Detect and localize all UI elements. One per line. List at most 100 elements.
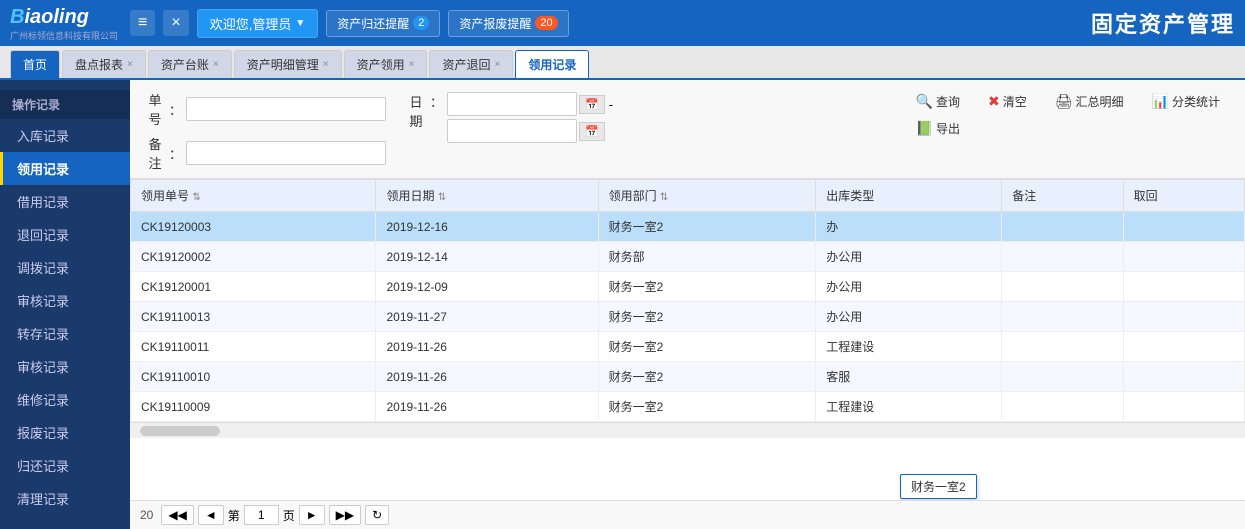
cell-5 xyxy=(1123,272,1244,302)
pagination: 20 ◀◀ ◄ 第 页 ► ▶▶ ↻ xyxy=(130,500,1245,529)
sidebar-item-inbound[interactable]: 入库记录 xyxy=(0,119,130,152)
table-row[interactable]: CK191100102019-11-26财务一室2客服 xyxy=(131,362,1245,392)
sort-dept[interactable]: ⇅ xyxy=(660,192,668,203)
tab-inventory[interactable]: 盘点报表 × xyxy=(62,50,146,78)
tab-assets-label: 资产台账 xyxy=(161,56,209,73)
note-input[interactable] xyxy=(186,141,386,165)
tab-return[interactable]: 资产退回 × xyxy=(429,50,513,78)
action-row2: 📗 导出 xyxy=(906,117,1230,140)
cell-5 xyxy=(1123,392,1244,422)
sort-order-no[interactable]: ⇅ xyxy=(192,192,200,203)
search-form: 单 号 ： 备 注 ： xyxy=(130,80,1245,179)
sidebar-item-clean[interactable]: 清理记录 xyxy=(0,482,130,515)
date-to-input[interactable] xyxy=(447,119,577,143)
cell-1: 2019-11-26 xyxy=(376,362,598,392)
welcome-text: 欢迎您,管理员 xyxy=(210,14,292,33)
tab-home[interactable]: 首页 xyxy=(10,50,60,78)
table-row[interactable]: CK191100112019-11-26财务一室2工程建设 xyxy=(131,332,1245,362)
tab-detail[interactable]: 资产明细管理 × xyxy=(234,50,342,78)
classify-icon: 📊 xyxy=(1152,93,1169,110)
sidebar-item-transfer[interactable]: 调拨记录 xyxy=(0,251,130,284)
refresh-button[interactable]: ↻ xyxy=(365,505,389,525)
sidebar-item-repair[interactable]: 维修记录 xyxy=(0,383,130,416)
scrap-alert[interactable]: 资产报废提醒 20 xyxy=(448,10,568,37)
cell-0: CK19120003 xyxy=(131,212,376,242)
cell-4 xyxy=(1002,212,1123,242)
tab-return-label: 资产退回 xyxy=(442,56,490,73)
welcome-dropdown[interactable]: 欢迎您,管理员 ▼ xyxy=(197,9,319,38)
tab-return-close[interactable]: × xyxy=(494,59,500,70)
cell-4 xyxy=(1002,242,1123,272)
cell-3: 客服 xyxy=(816,362,1002,392)
sort-date[interactable]: ⇅ xyxy=(438,192,446,203)
order-no-input[interactable] xyxy=(186,97,386,121)
cell-5 xyxy=(1123,242,1244,272)
col-order-no: 领用单号 ⇅ xyxy=(131,180,376,212)
sidebar-item-return[interactable]: 退回记录 xyxy=(0,218,130,251)
cell-0: CK19120001 xyxy=(131,272,376,302)
sidebar-item-audit2[interactable]: 审核记录 xyxy=(0,350,130,383)
sidebar-item-claim[interactable]: 领用记录 xyxy=(0,152,130,185)
prev-page-button[interactable]: ◄ xyxy=(198,505,224,525)
collapse-button[interactable]: ≡ xyxy=(130,10,155,36)
main-content: 单 号 ： 备 注 ： xyxy=(130,80,1245,529)
tab-claim[interactable]: 资产领用 × xyxy=(344,50,428,78)
table-row[interactable]: CK191200012019-12-09财务一室2办公用 xyxy=(131,272,1245,302)
search-button[interactable]: 🔍 查询 xyxy=(906,90,970,113)
cell-5 xyxy=(1123,302,1244,332)
clear-label: 清空 xyxy=(1003,93,1027,110)
sidebar-item-audit1[interactable]: 审核记录 xyxy=(0,284,130,317)
sidebar-item-borrow[interactable]: 借用记录 xyxy=(0,185,130,218)
cell-0: CK19110011 xyxy=(131,332,376,362)
tab-inventory-close[interactable]: × xyxy=(127,59,133,70)
action-row1: 🔍 查询 ✖ 清空 🖨 汇总明细 📊 分类 xyxy=(906,90,1230,113)
cell-3: 工程建设 xyxy=(816,392,1002,422)
export-button[interactable]: 📗 导出 xyxy=(906,117,970,140)
cell-1: 2019-11-26 xyxy=(376,332,598,362)
tab-claim-close[interactable]: × xyxy=(409,59,415,70)
tab-detail-close[interactable]: × xyxy=(323,59,329,70)
tab-assets-close[interactable]: × xyxy=(213,59,219,70)
cell-1: 2019-12-09 xyxy=(376,272,598,302)
table-row[interactable]: CK191100132019-11-27财务一室2办公用 xyxy=(131,302,1245,332)
col-dept: 领用部门 ⇅ xyxy=(598,180,816,212)
table-row[interactable]: CK191200022019-12-14财务部办公用 xyxy=(131,242,1245,272)
clear-button[interactable]: ✖ 清空 xyxy=(978,90,1037,113)
date-to-picker[interactable]: 📅 xyxy=(579,122,605,141)
tab-claim-label: 资产领用 xyxy=(357,56,405,73)
classify-label: 分类统计 xyxy=(1172,93,1220,110)
page-of-label: 页 xyxy=(283,507,295,524)
tab-assets[interactable]: 资产台账 × xyxy=(148,50,232,78)
summary-button[interactable]: 🖨 汇总明细 xyxy=(1045,90,1134,113)
records-table: 领用单号 ⇅ 领用日期 ⇅ 领用部门 ⇅ 出库类型 xyxy=(130,179,1245,422)
page-input[interactable] xyxy=(244,505,279,525)
date-from-picker[interactable]: 📅 xyxy=(579,95,605,114)
app-header: Biaoling 广州标领信息科技有限公司 ≡ × 欢迎您,管理员 ▼ 资产归还… xyxy=(0,0,1245,46)
dept-tooltip: 财务一室2 xyxy=(900,474,977,499)
tab-claim-record[interactable]: 领用记录 xyxy=(515,50,589,78)
next-page-button[interactable]: ► xyxy=(299,505,325,525)
sidebar-item-scrap[interactable]: 报废记录 xyxy=(0,416,130,449)
cell-0: CK19110010 xyxy=(131,362,376,392)
tooltip-text: 财务一室2 xyxy=(911,480,966,494)
cell-1: 2019-12-16 xyxy=(376,212,598,242)
first-page-button[interactable]: ◀◀ xyxy=(161,505,193,525)
date-label: 日 期 xyxy=(406,92,426,130)
close-button[interactable]: × xyxy=(163,10,188,36)
sidebar-item-save[interactable]: 转存记录 xyxy=(0,317,130,350)
cell-0: CK19120002 xyxy=(131,242,376,272)
h-scroll-thumb[interactable] xyxy=(140,426,220,436)
cell-0: CK19110009 xyxy=(131,392,376,422)
date-from-input[interactable] xyxy=(447,92,577,116)
return-alert[interactable]: 资产归还提醒 2 xyxy=(326,10,440,37)
sidebar: 操作记录 入库记录 领用记录 借用记录 退回记录 调拨记录 审核记录 转存记录 xyxy=(0,80,130,529)
classify-button[interactable]: 📊 分类统计 xyxy=(1142,90,1230,113)
sidebar-item-restore[interactable]: 归还记录 xyxy=(0,449,130,482)
h-scrollbar[interactable] xyxy=(130,422,1245,438)
search-icon: 🔍 xyxy=(916,93,933,110)
last-page-button[interactable]: ▶▶ xyxy=(329,505,361,525)
table-row[interactable]: CK191200032019-12-16财务一室2办 xyxy=(131,212,1245,242)
logo-area: Biaoling 广州标领信息科技有限公司 xyxy=(10,5,118,42)
table-row[interactable]: CK191100092019-11-26财务一室2工程建设 xyxy=(131,392,1245,422)
search-label: 查询 xyxy=(936,93,960,110)
